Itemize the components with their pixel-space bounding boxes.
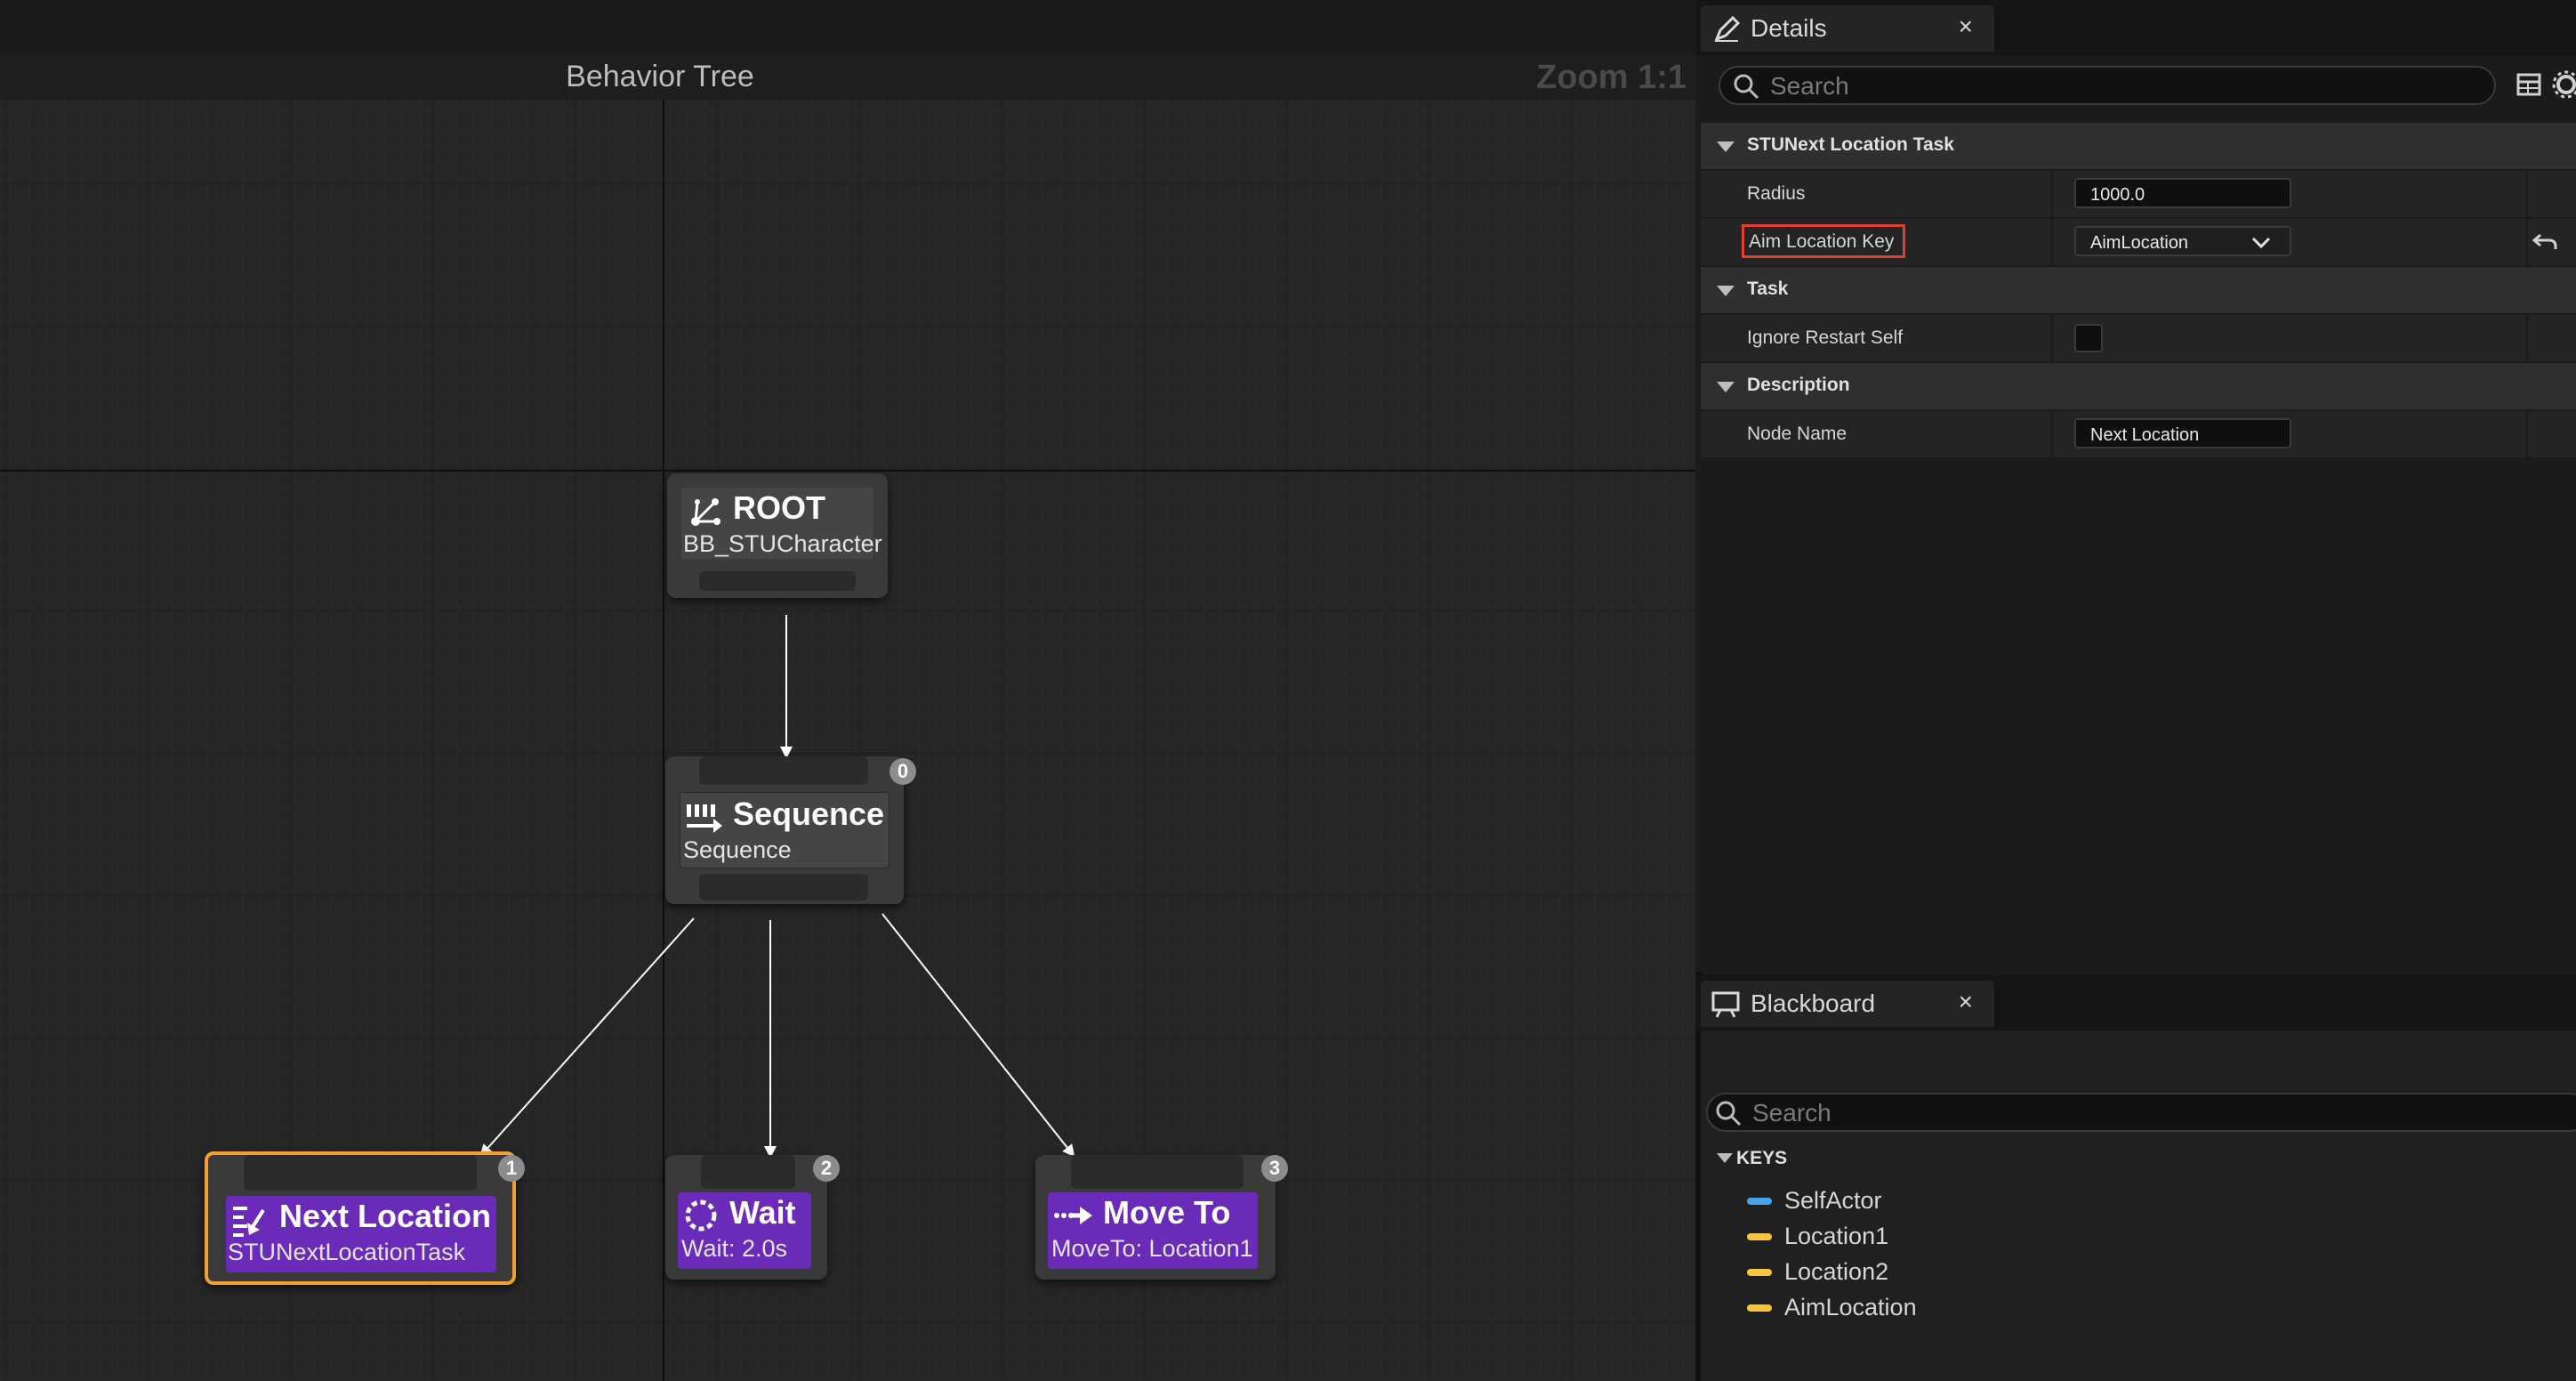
blackboard-panel: KEYS SelfActor Location1 Location2 AimLo…: [1701, 1030, 2576, 1381]
key-type-indicator: [1747, 1304, 1772, 1312]
move-to-node-subtitle: MoveTo: Location1: [1051, 1235, 1253, 1262]
column-divider[interactable]: [2051, 219, 2053, 265]
column-divider: [2526, 411, 2528, 457]
collapse-arrow-icon: [1717, 1153, 1733, 1163]
root-icon: [691, 498, 720, 526]
chevron-down-icon: [2251, 237, 2271, 249]
key-name: Location1: [1784, 1223, 1889, 1249]
next-location-node-title: Next Location: [279, 1198, 492, 1234]
node-name-input[interactable]: Next Location: [2074, 418, 2291, 448]
column-divider: [2526, 219, 2528, 265]
execution-index-badge: 1: [498, 1155, 525, 1182]
details-tab[interactable]: Details ×: [1701, 5, 1994, 52]
next-location-node[interactable]: Next Location STUNextLocationTask 1: [205, 1151, 525, 1285]
blackboard-tab-label: Blackboard: [1751, 989, 1876, 1017]
move-to-node-title: Move To: [1103, 1194, 1231, 1231]
blackboard-search-box[interactable]: [1706, 1093, 2576, 1132]
execution-index-badge: 2: [813, 1155, 840, 1182]
next-location-node-subtitle: STUNextLocationTask: [228, 1239, 466, 1265]
property-row-ignore-restart-self: Ignore Restart Self: [1701, 315, 2576, 363]
wait-node-subtitle: Wait: 2.0s: [681, 1235, 788, 1262]
category-label: Description: [1747, 375, 1850, 395]
graph-title: Behavior Tree: [566, 60, 754, 93]
category-description[interactable]: Description: [1701, 363, 2576, 411]
sequence-node-subtitle: Sequence: [683, 836, 792, 863]
keys-header[interactable]: KEYS: [1706, 1143, 2576, 1175]
execution-index-badge: 3: [1261, 1155, 1288, 1182]
property-row-aim-location-key: Aim Location Key AimLocation: [1701, 219, 2576, 267]
details-tab-label: Details: [1751, 14, 1827, 42]
task-icon: [233, 1207, 265, 1237]
collapse-arrow-icon: [1717, 141, 1735, 152]
close-icon[interactable]: ×: [1959, 988, 1973, 1016]
root-node-title: ROOT: [733, 489, 825, 526]
reset-to-default-icon[interactable]: [2532, 231, 2558, 253]
graph-top-strip: [0, 0, 1695, 53]
behavior-tree-graph[interactable]: Behavior Tree Zoom 1:1 ROOT BB_STUCharac…: [0, 0, 1695, 1381]
key-name: AimLocation: [1784, 1294, 1917, 1320]
column-divider[interactable]: [2051, 315, 2053, 361]
blackboard-icon: [1711, 991, 1740, 1018]
property-row-radius: Radius 1000.0: [1701, 171, 2576, 219]
wait-icon: [685, 1199, 717, 1232]
execution-index-badge: 0: [890, 758, 916, 785]
key-name: Location2: [1784, 1258, 1889, 1285]
root-output-pin[interactable]: [699, 571, 856, 591]
property-label: Node Name: [1747, 424, 1847, 444]
key-type-indicator: [1747, 1269, 1772, 1276]
wait-input-pin[interactable]: [701, 1155, 795, 1189]
table-view-icon[interactable]: [2516, 71, 2542, 98]
property-label: Radius: [1747, 183, 1806, 204]
next-location-input-pin[interactable]: [244, 1155, 477, 1191]
root-node-subtitle: BB_STUCharacter: [683, 530, 882, 557]
key-type-indicator: [1747, 1198, 1772, 1205]
details-search-input[interactable]: [1768, 68, 2468, 105]
collapse-arrow-icon: [1717, 286, 1735, 296]
property-label: Ignore Restart Self: [1747, 327, 1904, 348]
right-panel: Details × STUNext Location Task Radius 1…: [1695, 0, 2576, 1381]
property-label: Aim Location Key: [1749, 231, 1895, 252]
details-panel: STUNext Location Task Radius 1000.0 Aim …: [1695, 55, 2576, 972]
sequence-node[interactable]: Sequence Sequence 0: [665, 756, 916, 904]
ignore-restart-self-checkbox[interactable]: [2074, 324, 2103, 352]
category-stunext-location-task[interactable]: STUNext Location Task: [1701, 123, 2576, 171]
move-to-icon: [1054, 1207, 1092, 1224]
collapse-arrow-icon: [1717, 382, 1735, 392]
column-divider[interactable]: [2051, 171, 2053, 217]
close-icon[interactable]: ×: [1959, 12, 1973, 41]
column-divider[interactable]: [2051, 411, 2053, 457]
details-tab-bar: Details ×: [1695, 0, 2576, 55]
dropdown-value: AimLocation: [2090, 233, 2189, 253]
column-divider: [2526, 315, 2528, 361]
move-to-node[interactable]: Move To MoveTo: Location1 3: [1035, 1155, 1288, 1280]
move-to-input-pin[interactable]: [1071, 1155, 1244, 1189]
category-label: Task: [1747, 279, 1789, 299]
blackboard-tab-bar: Blackboard ×: [1695, 975, 2576, 1030]
wait-node-title: Wait: [729, 1194, 796, 1231]
aim-location-key-dropdown[interactable]: AimLocation: [2074, 226, 2291, 256]
search-icon: [1734, 74, 1759, 100]
category-label: STUNext Location Task: [1747, 134, 1954, 155]
root-node[interactable]: ROOT BB_STUCharacter: [667, 473, 888, 598]
sequence-node-title: Sequence: [733, 795, 885, 832]
blackboard-search-input[interactable]: [1751, 1094, 2547, 1132]
key-type-indicator: [1747, 1233, 1772, 1240]
blackboard-tab[interactable]: Blackboard ×: [1701, 981, 1994, 1027]
sequence-icon: [687, 804, 722, 833]
sequence-input-pin[interactable]: [699, 756, 868, 785]
keys-header-label: KEYS: [1736, 1148, 1788, 1168]
category-task[interactable]: Task: [1701, 267, 2576, 315]
radius-input[interactable]: 1000.0: [2074, 178, 2291, 208]
wait-node[interactable]: Wait Wait: 2.0s 2: [665, 1155, 840, 1280]
sequence-output-pin[interactable]: [699, 874, 868, 900]
column-divider: [2526, 171, 2528, 217]
key-name: SelfActor: [1784, 1187, 1882, 1214]
pencil-icon: [1714, 16, 1740, 42]
search-icon: [1716, 1101, 1742, 1127]
details-search-box[interactable]: [1719, 66, 2496, 105]
gear-icon[interactable]: [2551, 69, 2576, 100]
zoom-label: Zoom 1:1: [1536, 59, 1686, 96]
property-row-node-name: Node Name Next Location: [1701, 411, 2576, 459]
